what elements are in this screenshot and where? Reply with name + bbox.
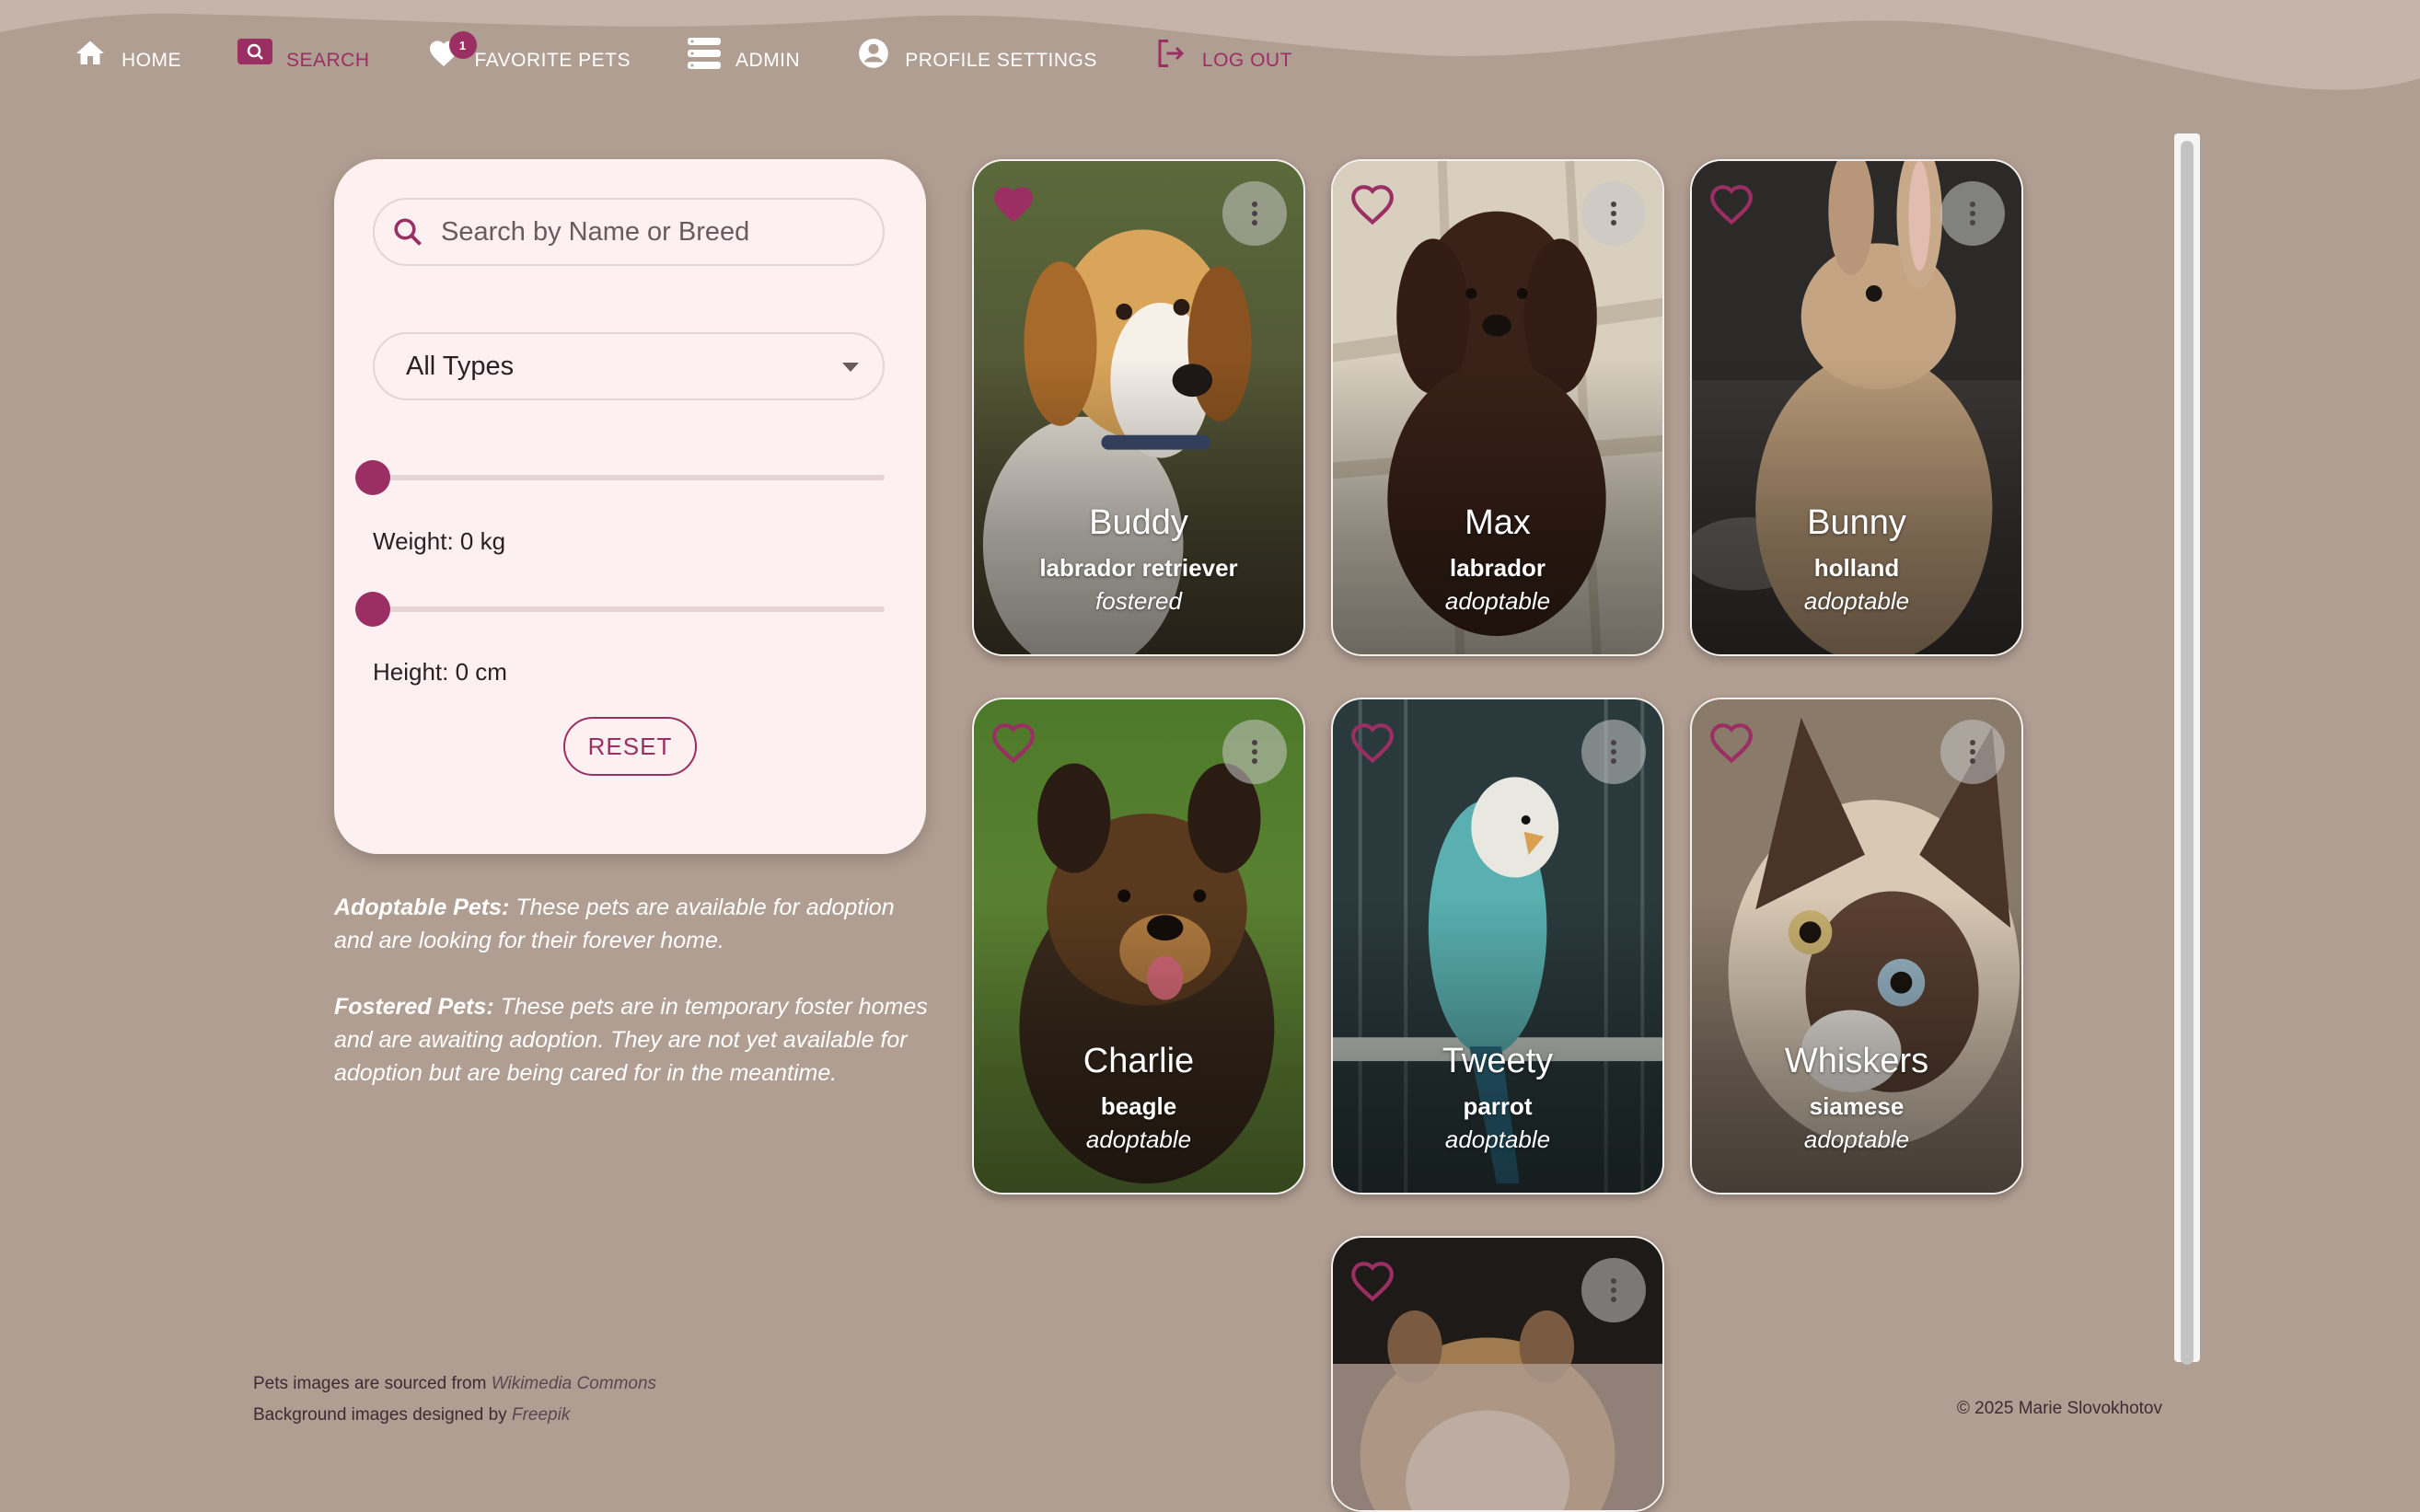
pet-name: Max (1465, 503, 1531, 542)
heart-icon: 1 (425, 31, 477, 72)
heart-filled-icon[interactable] (990, 181, 1036, 227)
pet-breed: siamese (1809, 1092, 1905, 1120)
footer-credits: Pets images are sourced from Wikimedia C… (253, 1368, 656, 1431)
pet-status: adoptable (1085, 1125, 1192, 1153)
filter-panel: All Types Weight: 0 kg Height: 0 cm RESE… (334, 159, 926, 854)
heart-outline-icon[interactable] (1349, 1258, 1395, 1304)
copyright: © 2025 Marie Slovokhotov (1956, 1399, 2162, 1418)
logout-icon (1152, 35, 1189, 72)
nav-admin[interactable]: ADMIN (686, 35, 800, 72)
pet-card-bunny[interactable]: Bunny holland adoptable (1690, 159, 2023, 656)
search-icon (394, 218, 422, 246)
weight-label: Weight: 0 kg (373, 527, 506, 555)
nav-search[interactable]: SEARCH (237, 35, 370, 72)
more-vert-icon[interactable] (1222, 181, 1287, 246)
nav-admin-label: ADMIN (735, 50, 801, 71)
height-label: Height: 0 cm (373, 658, 507, 686)
pet-card-max[interactable]: Max labrador adoptable (1331, 159, 1664, 656)
freepik-link[interactable]: Freepik (512, 1405, 570, 1425)
pet-card-whiskers[interactable]: Whiskers siamese adoptable (1690, 698, 2023, 1195)
weight-slider-track (373, 475, 885, 480)
heart-outline-icon[interactable] (1708, 720, 1754, 766)
more-vert-icon[interactable] (1581, 1258, 1646, 1322)
pet-status-info: Adoptable Pets: These pets are available… (334, 891, 928, 1123)
pet-breed: beagle (1100, 1092, 1177, 1120)
nav-home[interactable]: HOME (72, 35, 181, 72)
pet-card-hamster[interactable] (1331, 1236, 1664, 1512)
background-credit: Background images designed by Freepik (253, 1400, 656, 1431)
more-vert-icon[interactable] (1940, 181, 2005, 246)
pet-card-charlie[interactable]: Charlie beagle adoptable (972, 698, 1305, 1195)
heart-outline-icon[interactable] (1708, 181, 1754, 227)
nav-log-out-label: LOG OUT (1201, 50, 1292, 71)
more-vert-icon[interactable] (1940, 720, 2005, 784)
top-navigation: HOME SEARCH 1 FAVORITE PETS ADMIN PROFIL… (72, 28, 1348, 79)
pet-breed: labrador retriever (1039, 554, 1238, 582)
fostered-info: Fostered Pets: These pets are in tempora… (334, 990, 928, 1090)
account-circle-icon (855, 35, 892, 72)
nav-favorite-pets-label: FAVORITE PETS (474, 50, 631, 71)
search-icon (237, 35, 273, 72)
nav-favorite-pets[interactable]: 1 FAVORITE PETS (425, 31, 631, 72)
height-slider-thumb[interactable] (355, 592, 390, 627)
weight-slider[interactable] (355, 459, 885, 496)
pet-name: Whiskers (1784, 1042, 1929, 1080)
height-slider-track (373, 606, 885, 612)
pet-status: adoptable (1803, 1125, 1910, 1153)
pet-name: Charlie (1083, 1042, 1195, 1080)
heart-outline-icon[interactable] (990, 720, 1036, 766)
pet-breed: labrador (1449, 554, 1546, 582)
more-vert-icon[interactable] (1581, 720, 1646, 784)
pet-type-value: All Types (406, 351, 515, 381)
height-slider[interactable] (355, 591, 885, 628)
pet-status: fostered (1095, 587, 1182, 615)
more-vert-icon[interactable] (1581, 181, 1646, 246)
home-icon (72, 35, 109, 72)
weight-slider-thumb[interactable] (355, 460, 390, 495)
pet-status: adoptable (1803, 587, 1910, 615)
pet-status: adoptable (1444, 587, 1551, 615)
reset-button[interactable]: RESET (563, 717, 697, 776)
pet-type-select[interactable]: All Types (373, 332, 885, 400)
card-fade-overlay (1333, 1364, 1662, 1510)
wikimedia-link[interactable]: Wikimedia Commons (492, 1374, 656, 1393)
pet-status: adoptable (1444, 1125, 1551, 1153)
adoptable-info-title: Adoptable Pets: (334, 895, 510, 920)
fostered-info-title: Fostered Pets: (334, 994, 494, 1020)
more-vert-icon[interactable] (1222, 720, 1287, 784)
pet-breed: parrot (1463, 1092, 1533, 1120)
pet-name: Tweety (1442, 1042, 1554, 1080)
vertical-scrollbar[interactable] (2174, 133, 2200, 1365)
pet-card-buddy[interactable]: Buddy labrador retriever fostered (972, 159, 1305, 656)
pet-name: Bunny (1807, 503, 1906, 542)
background-credit-text: Background images designed by (253, 1405, 512, 1425)
nav-profile-settings-label: PROFILE SETTINGS (905, 50, 1097, 71)
scrollbar-thumb[interactable] (2181, 141, 2194, 1365)
favorites-count-badge: 1 (448, 31, 477, 59)
images-credit: Pets images are sourced from Wikimedia C… (253, 1368, 656, 1400)
chevron-down-icon (842, 363, 859, 372)
nav-home-label: HOME (122, 50, 181, 71)
pet-card-tweety[interactable]: Tweety parrot adoptable (1331, 698, 1664, 1195)
images-credit-text: Pets images are sourced from (253, 1374, 492, 1393)
nav-search-label: SEARCH (286, 50, 370, 71)
nav-profile-settings[interactable]: PROFILE SETTINGS (855, 35, 1097, 72)
pet-breed: holland (1813, 554, 1900, 582)
pet-name: Buddy (1089, 503, 1188, 542)
nav-log-out[interactable]: LOG OUT (1152, 35, 1292, 72)
adoptable-info: Adoptable Pets: These pets are available… (334, 891, 928, 957)
list-icon (686, 35, 723, 72)
search-box[interactable] (373, 198, 885, 266)
heart-outline-icon[interactable] (1349, 720, 1395, 766)
search-input[interactable] (439, 215, 848, 248)
heart-outline-icon[interactable] (1349, 181, 1395, 227)
